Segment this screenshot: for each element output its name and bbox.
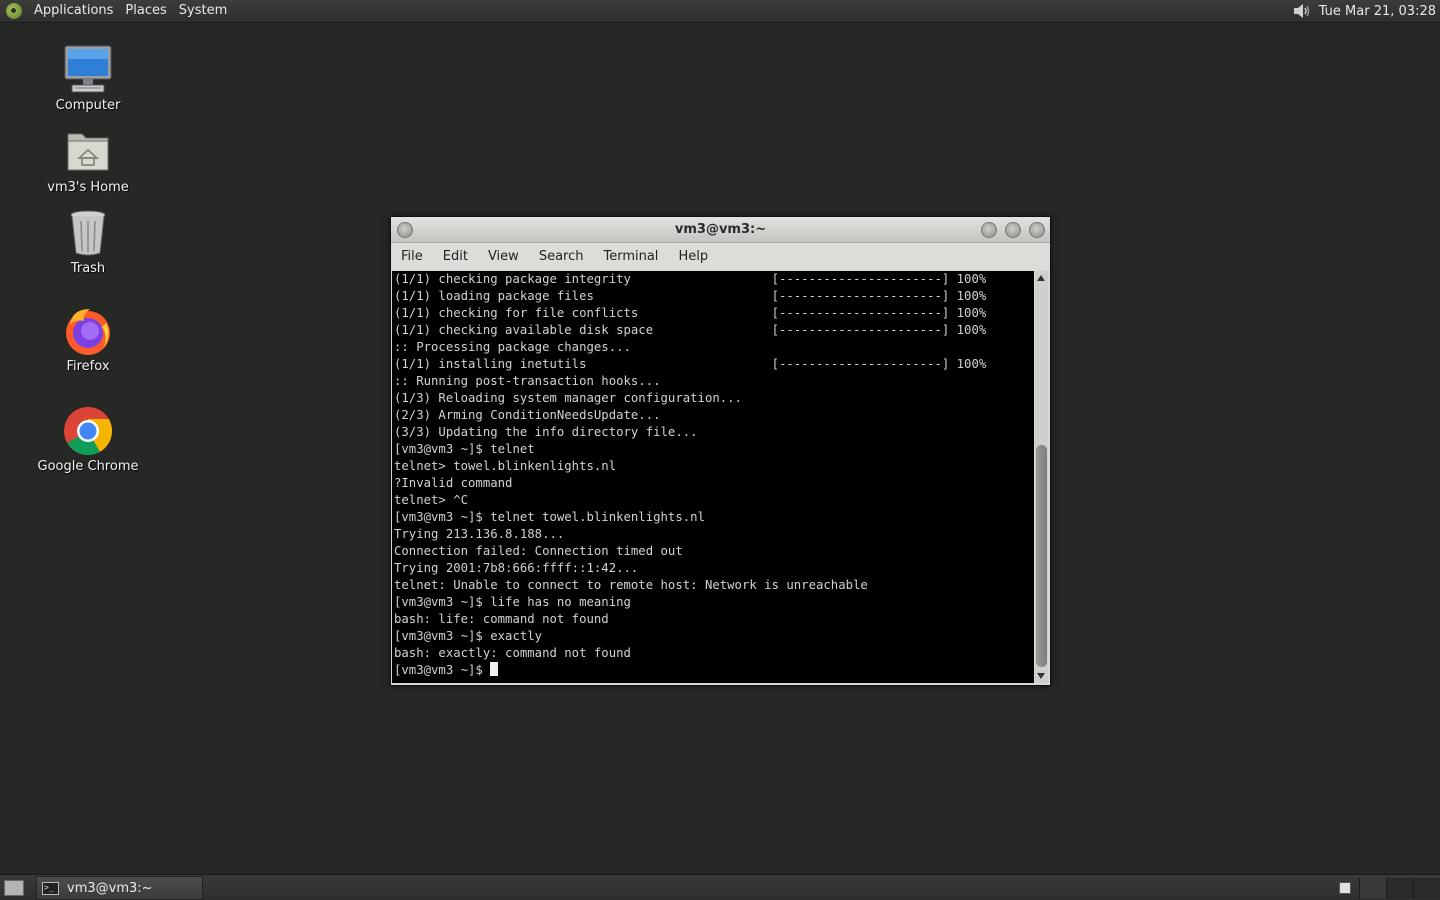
terminal-line: bash: exactly: command not found xyxy=(394,646,631,660)
computer-icon xyxy=(62,44,114,96)
minimize-button[interactable] xyxy=(981,222,997,238)
window-titlebar[interactable]: vm3@vm3:~ xyxy=(391,217,1050,243)
scroll-down-icon[interactable] xyxy=(1037,673,1045,679)
terminal-line: (1/1) loading package files [-----------… xyxy=(394,289,987,303)
terminal-line: (1/1) checking for file conflicts [-----… xyxy=(394,306,987,320)
terminal-prompt: [vm3@vm3 ~]$ xyxy=(394,663,491,677)
terminal-line: Trying 213.136.8.188... xyxy=(394,527,565,541)
scrollbar-thumb[interactable] xyxy=(1036,445,1047,667)
desktop: Applications Places System Tue Mar 21, 0… xyxy=(0,0,1440,900)
desktop-icon-home[interactable]: vm3's Home xyxy=(28,126,148,196)
places-menu[interactable]: Places xyxy=(119,0,172,22)
desktop-icon-label: Firefox xyxy=(66,359,110,374)
desktop-icon-firefox[interactable]: Firefox xyxy=(28,305,148,375)
menu-file[interactable]: File xyxy=(391,249,433,264)
workspace-1[interactable] xyxy=(1359,878,1386,898)
workspace-3[interactable] xyxy=(1413,878,1440,898)
workspace-2[interactable] xyxy=(1386,878,1413,898)
terminal-line: bash: life: command not found xyxy=(394,612,609,626)
terminal-line: (3/3) Updating the info directory file..… xyxy=(394,425,698,439)
menu-search[interactable]: Search xyxy=(529,249,594,264)
clock[interactable]: Tue Mar 21, 03:28 xyxy=(1319,4,1440,19)
terminal-line: telnet: Unable to connect to remote host… xyxy=(394,578,868,592)
menu-view[interactable]: View xyxy=(478,249,529,264)
trash-icon xyxy=(62,207,114,259)
panel-tray: Tue Mar 21, 03:28 xyxy=(1291,0,1440,22)
terminal-icon: >_ xyxy=(42,881,59,895)
terminal-line: (2/3) Arming ConditionNeedsUpdate... xyxy=(394,408,661,422)
terminal-line: Trying 2001:7b8:666:ffff::1:42... xyxy=(394,561,639,575)
terminal-output[interactable]: (1/1) checking package integrity [------… xyxy=(392,271,1034,683)
terminal-line: (1/3) Reloading system manager configura… xyxy=(394,391,742,405)
workspace-switcher xyxy=(1331,875,1440,900)
close-button[interactable] xyxy=(1029,222,1045,238)
window-indicator-icon[interactable] xyxy=(1339,882,1351,894)
terminal-line: (1/1) installing inetutils [------------… xyxy=(394,357,987,371)
maximize-button[interactable] xyxy=(1005,222,1021,238)
system-menu[interactable]: System xyxy=(173,0,233,22)
chrome-icon xyxy=(62,405,114,457)
desktop-icon-label: Computer xyxy=(55,98,121,113)
terminal-line: :: Processing package changes... xyxy=(394,340,631,354)
terminal-menubar: File Edit View Search Terminal Help xyxy=(391,243,1050,270)
top-panel: Applications Places System Tue Mar 21, 0… xyxy=(0,0,1440,23)
terminal-line: Connection failed: Connection timed out xyxy=(394,544,683,558)
scroll-up-icon[interactable] xyxy=(1037,275,1045,281)
terminal-line: [vm3@vm3 ~]$ telnet towel.blinkenlights.… xyxy=(394,510,705,524)
text-cursor xyxy=(490,662,499,676)
window-title: vm3@vm3:~ xyxy=(674,222,767,237)
desktop-icon-label: Trash xyxy=(70,261,106,276)
bottom-panel: >_ vm3@vm3:~ xyxy=(0,874,1440,900)
terminal-line: telnet> towel.blinkenlights.nl xyxy=(394,459,617,473)
desktop-icon-trash[interactable]: Trash xyxy=(28,207,148,277)
terminal-scrollbar[interactable] xyxy=(1035,271,1048,683)
terminal-line: [vm3@vm3 ~]$ life has no meaning xyxy=(394,595,631,609)
menu-help[interactable]: Help xyxy=(668,249,718,264)
gnome-foot-logo-icon[interactable] xyxy=(6,3,22,19)
terminal-line: telnet> ^C xyxy=(394,493,469,507)
desktop-icon-computer[interactable]: Computer xyxy=(28,44,148,114)
terminal-line: ?Invalid command xyxy=(394,476,513,490)
menu-terminal[interactable]: Terminal xyxy=(593,249,668,264)
show-desktop-icon[interactable] xyxy=(4,880,24,896)
taskbar-button-terminal[interactable]: >_ vm3@vm3:~ xyxy=(36,876,203,900)
desktop-icon-label: Google Chrome xyxy=(37,459,139,474)
desktop-icon-chrome[interactable]: Google Chrome xyxy=(28,405,148,475)
home-folder-icon xyxy=(62,126,114,178)
desktop-icon-label: vm3's Home xyxy=(47,180,129,195)
terminal-line: :: Running post-transaction hooks... xyxy=(394,374,661,388)
terminal-line: [vm3@vm3 ~]$ telnet xyxy=(394,442,535,456)
menu-edit[interactable]: Edit xyxy=(433,249,478,264)
terminal-window[interactable]: vm3@vm3:~ File Edit View Search Terminal… xyxy=(390,216,1051,686)
terminal-line: (1/1) checking package integrity [------… xyxy=(394,272,987,286)
taskbar-button-label: vm3@vm3:~ xyxy=(67,880,153,896)
applications-menu[interactable]: Applications xyxy=(28,0,119,22)
terminal-line: (1/1) checking available disk space [---… xyxy=(394,323,987,337)
terminal-text: (1/1) checking package integrity [------… xyxy=(392,271,1034,679)
speaker-icon[interactable] xyxy=(1291,0,1313,22)
firefox-icon xyxy=(62,305,114,357)
terminal-line: [vm3@vm3 ~]$ exactly xyxy=(394,629,543,643)
